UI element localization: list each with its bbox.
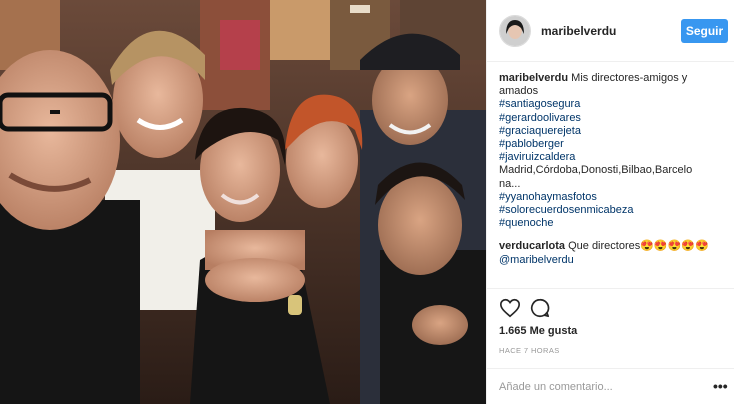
hashtag-link[interactable]: #pabloberger xyxy=(499,138,723,151)
comment-username[interactable]: verducarlota xyxy=(499,240,565,252)
caption: maribelverdu Mis directores-amigos y ama… xyxy=(499,72,723,230)
likes-count[interactable]: 1.665 Me gusta xyxy=(499,325,577,337)
post-photo[interactable] xyxy=(0,0,486,404)
comment-text: Que directores😍😍😍😍😍 xyxy=(568,240,709,253)
hashtag-link[interactable]: #santiagosegura xyxy=(499,98,723,111)
heart-icon[interactable] xyxy=(499,297,521,319)
follow-button[interactable]: Seguir xyxy=(681,19,728,43)
hashtag-link[interactable]: #quenoche xyxy=(499,217,723,230)
hashtag-link[interactable]: #javiruizcaldera xyxy=(499,151,723,164)
hashtag-link[interactable]: #graciaquerejeta xyxy=(499,125,723,138)
hashtag-link[interactable]: #gerardoolivares xyxy=(499,112,723,125)
post-actions: 1.665 Me gusta HACE 7 HORAS xyxy=(487,288,734,368)
caption-cities-continued: na... xyxy=(499,177,521,190)
hashtag-link[interactable]: #solorecuerdosenmicabeza xyxy=(499,204,723,217)
caption-cities: Madrid,Córdoba,Donosti,Bilbao,Barcelo xyxy=(499,164,693,177)
comment-mention[interactable]: @maribelverdu xyxy=(499,254,723,267)
hashtag-link[interactable]: #yyanohaymasfotos xyxy=(499,191,723,204)
comments-section: maribelverdu Mis directores-amigos y ama… xyxy=(499,72,723,287)
avatar[interactable] xyxy=(499,15,531,47)
more-options-icon[interactable]: ••• xyxy=(713,377,729,397)
post-header: maribelverdu Seguir xyxy=(487,0,734,62)
comment-input[interactable] xyxy=(499,377,689,397)
comment-icon[interactable] xyxy=(529,297,551,319)
header-username[interactable]: maribelverdu xyxy=(541,24,616,38)
comment-item: verducarlota Que directores😍😍😍😍😍 @maribe… xyxy=(499,240,723,266)
post-side-panel: maribelverdu Seguir maribelverdu Mis dir… xyxy=(486,0,734,404)
caption-username[interactable]: maribelverdu xyxy=(499,72,568,84)
group-selfie-image xyxy=(0,0,486,404)
add-comment-bar: ••• xyxy=(487,368,734,404)
post-timestamp: HACE 7 HORAS xyxy=(499,346,560,355)
